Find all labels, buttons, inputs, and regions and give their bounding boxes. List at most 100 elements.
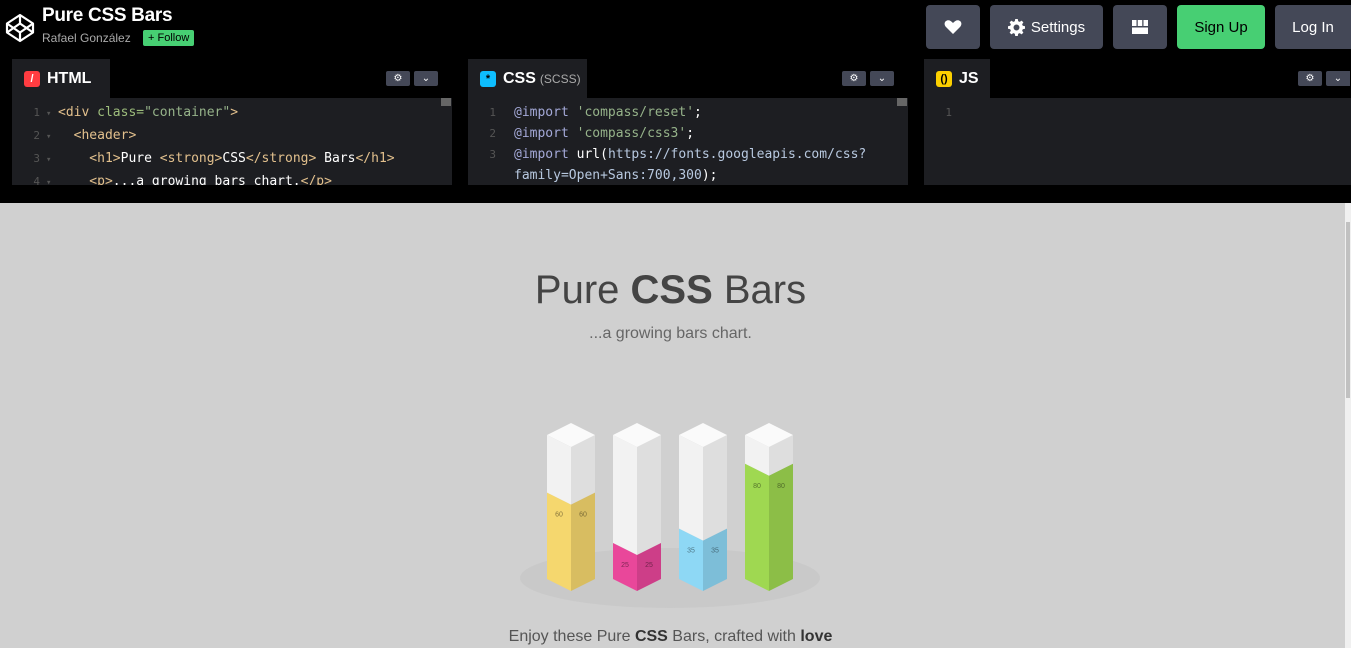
- code-token: <p>: [58, 174, 113, 185]
- js-settings-button[interactable]: ⚙: [1298, 71, 1322, 86]
- code-line: 2 @import 'compass/css3';: [468, 123, 908, 144]
- html-collapse-button[interactable]: ⌄: [414, 71, 438, 86]
- code-line: 1: [924, 102, 1351, 123]
- code-line: family=Open+Sans:700,300);: [468, 165, 908, 185]
- js-badge-icon: (): [936, 70, 952, 87]
- gear-icon: ⚙: [1305, 73, 1315, 84]
- html-settings-button[interactable]: ⚙: [386, 71, 410, 86]
- line-number: 1: [945, 106, 952, 119]
- chevron-down-icon: ⌄: [877, 73, 887, 84]
- bar-label: 80: [777, 483, 785, 490]
- fold-icon: ▾: [46, 178, 52, 185]
- code-line: 4 ▾ <p>...a growing bars chart.</p>: [12, 171, 452, 185]
- line-number: 3: [489, 148, 496, 161]
- bar-fill-left: [547, 492, 571, 591]
- code-token: </strong>: [245, 151, 317, 166]
- line-number: 3: [33, 152, 40, 165]
- code-line: 3 ▾ <h1>Pure <strong>CSS</strong> Bars</h…: [12, 148, 452, 171]
- editor-panels: / HTML ⚙ ⌄ 1 ▾ <div class="container"> 2 ▾ <…: [0, 59, 1351, 185]
- line-number: 2: [33, 129, 40, 142]
- gear-icon: ⚙: [849, 73, 859, 84]
- codepen-logo-icon[interactable]: [4, 12, 36, 44]
- tab-js-label: JS: [959, 69, 979, 87]
- code-line: 3 @import url(https://fonts.googleapis.co…: [468, 144, 908, 165]
- layout-button[interactable]: [1113, 5, 1167, 49]
- code-line: 1 ▾ <div class="container">: [12, 102, 452, 125]
- code-token: Bars: [316, 151, 356, 166]
- chevron-down-icon: ⌄: [421, 73, 431, 84]
- code-token: @import: [514, 147, 577, 162]
- code-token: <div: [58, 105, 98, 120]
- gear-icon: [1007, 18, 1025, 36]
- preview-scrollbar-thumb[interactable]: [1346, 222, 1350, 398]
- tab-js[interactable]: () JS: [924, 59, 990, 98]
- follow-button[interactable]: + Follow: [143, 30, 195, 46]
- preview-title: Pure CSS Bars: [534, 268, 807, 312]
- bar-empty-right: [637, 435, 661, 555]
- settings-button[interactable]: Settings: [990, 5, 1103, 49]
- css-code[interactable]: 1 @import 'compass/reset'; 2 @import 'compa…: [468, 98, 908, 185]
- bar-label: 35: [687, 548, 695, 555]
- code-token: <strong>: [159, 151, 223, 166]
- log-in-button[interactable]: Log In: [1275, 5, 1351, 49]
- code-token: </h1>: [355, 151, 395, 166]
- sign-up-button[interactable]: Sign Up: [1177, 5, 1265, 49]
- code-line: 2 ▾ <header>: [12, 125, 452, 148]
- code-token: ...a growing bars chart.: [112, 174, 301, 185]
- tab-html[interactable]: / HTML: [12, 59, 110, 98]
- fold-icon: ▾: [46, 109, 52, 119]
- tab-html-label: HTML: [47, 69, 92, 87]
- css-editor: * CSS (SCSS) ⚙ ⌄ 1 @import 'compass/reset…: [456, 59, 908, 185]
- tab-css-sublabel: (SCSS): [539, 71, 581, 86]
- bar-label: 60: [555, 512, 563, 519]
- bar-label: 80: [753, 483, 761, 490]
- layout-icon: [1132, 20, 1148, 34]
- tab-css[interactable]: * CSS (SCSS): [468, 59, 587, 98]
- bar-fill-right: [571, 492, 595, 591]
- js-code[interactable]: 1: [924, 98, 1351, 185]
- code-token: <header>: [58, 128, 137, 143]
- code-token: );: [701, 168, 718, 183]
- line-number: 1: [489, 106, 496, 119]
- code-token: class=: [97, 105, 145, 120]
- fold-icon: ▾: [46, 155, 52, 165]
- bar-empty-left: [613, 435, 637, 555]
- bar-empty-left: [547, 435, 571, 505]
- line-number: 4: [33, 175, 40, 185]
- code-line: 1 @import 'compass/reset';: [468, 102, 908, 123]
- code-token: Pure: [120, 151, 160, 166]
- html-editor: / HTML ⚙ ⌄ 1 ▾ <div class="container"> 2 ▾ <…: [0, 59, 452, 185]
- preview-tagline: ...a growing bars chart.: [589, 325, 752, 342]
- code-token: https://fonts.googleapis.com/css?: [607, 147, 867, 162]
- code-token: ;: [694, 105, 702, 120]
- pen-title: Pure CSS Bars: [42, 5, 173, 26]
- js-collapse-button[interactable]: ⌄: [1326, 71, 1350, 86]
- code-token: <h1>: [58, 151, 121, 166]
- bar-label: 25: [645, 562, 653, 569]
- js-editor: () JS ⚙ ⌄ 1: [912, 59, 1351, 185]
- css-settings-button[interactable]: ⚙: [842, 71, 866, 86]
- css-badge-icon: *: [480, 70, 496, 87]
- code-token: >: [230, 105, 239, 120]
- fold-icon: ▾: [46, 132, 52, 142]
- line-number: 2: [489, 127, 496, 140]
- code-token: ;: [686, 126, 695, 141]
- author-link[interactable]: Rafael González: [42, 31, 131, 45]
- code-token: 'compass/css3': [576, 126, 687, 141]
- css-collapse-button[interactable]: ⌄: [870, 71, 894, 86]
- heart-icon: [944, 20, 962, 34]
- html-code[interactable]: 1 ▾ <div class="container"> 2 ▾ <header> 3 ▾ <…: [12, 98, 452, 185]
- code-token: </p>: [300, 174, 332, 185]
- bar-label: 25: [621, 562, 629, 569]
- resize-handle[interactable]: [0, 185, 1351, 203]
- code-token: family=Open+Sans:700,300: [514, 168, 702, 183]
- code-token: 'compass/reset': [576, 105, 695, 120]
- preview-pane: Pure CSS Bars ...a growing bars chart. 6…: [0, 203, 1345, 648]
- chevron-down-icon: ⌄: [1333, 73, 1343, 84]
- html-badge-icon: /: [24, 70, 40, 87]
- code-token: "container": [144, 105, 231, 120]
- top-bar: Pure CSS Bars Rafael González + Follow S…: [0, 0, 1351, 59]
- heart-button[interactable]: [926, 5, 980, 49]
- bar-label: 35: [711, 548, 719, 555]
- settings-label: Settings: [1030, 18, 1086, 36]
